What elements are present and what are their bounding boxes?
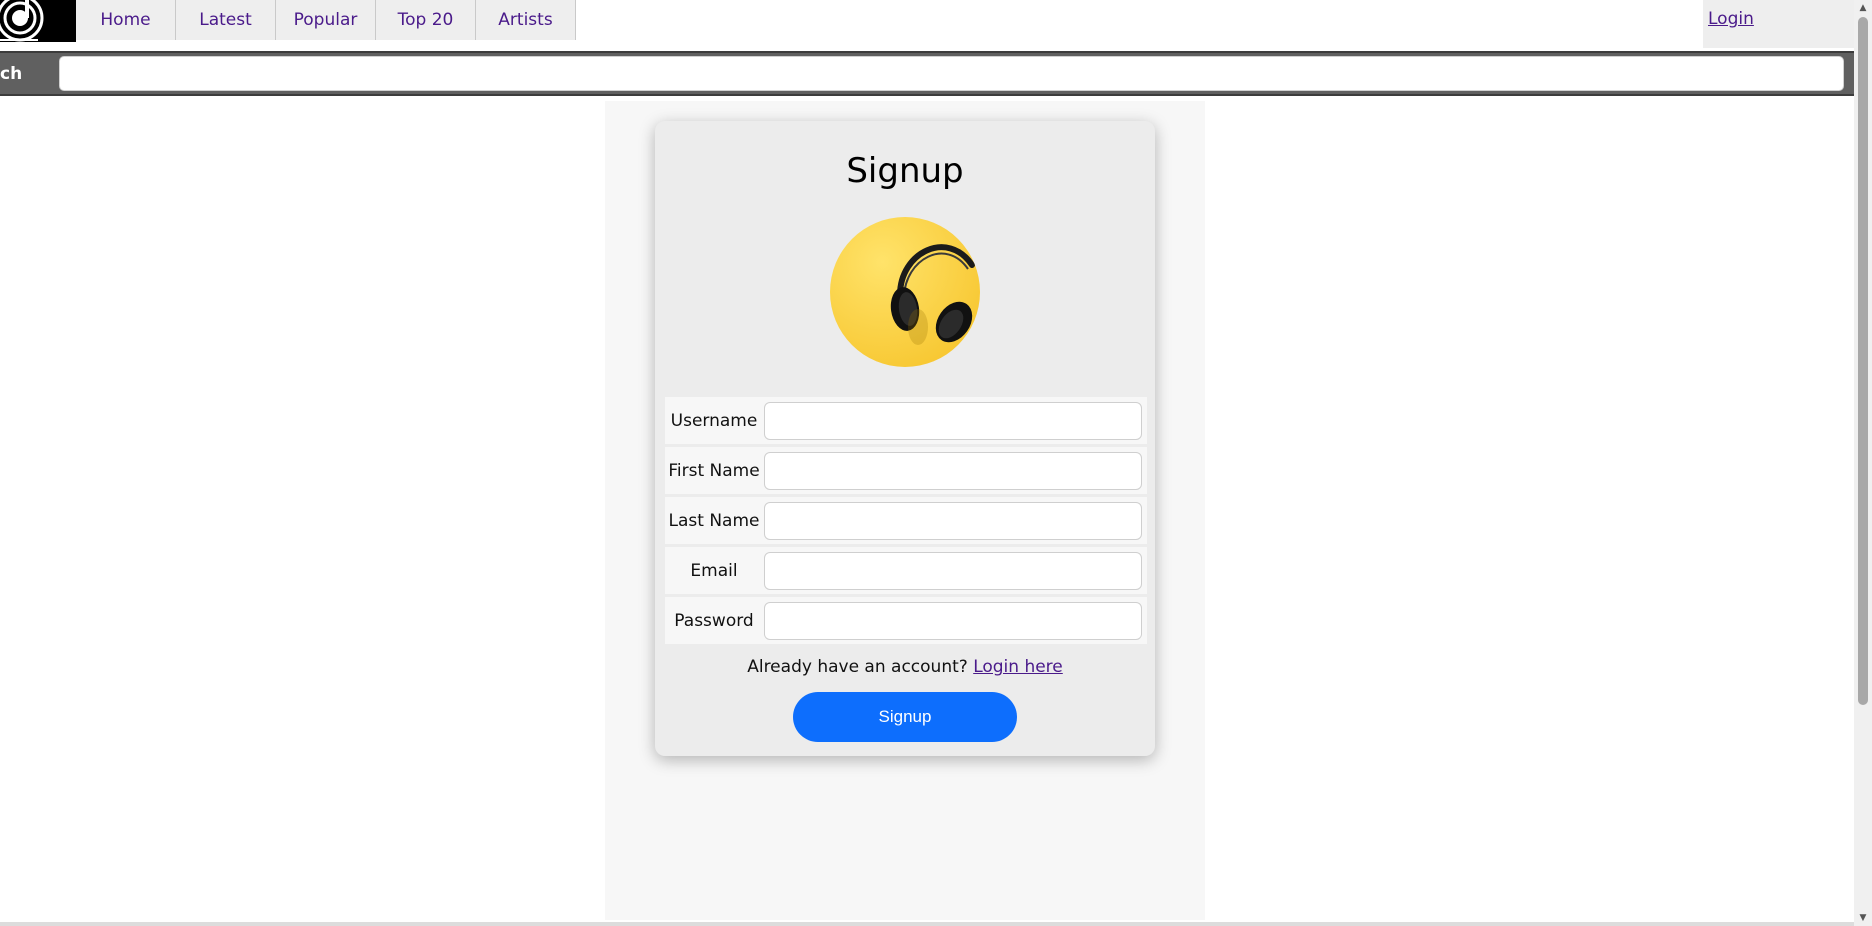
login-prompt-text: Already have an account? — [747, 657, 968, 677]
password-input[interactable] — [764, 602, 1142, 640]
search-label: ch — [0, 64, 23, 84]
last-name-row: Last Name — [665, 497, 1147, 544]
nav-latest[interactable]: Latest — [176, 0, 276, 40]
signup-button[interactable]: Signup — [793, 692, 1017, 742]
login-here-link[interactable]: Login here — [973, 657, 1063, 677]
nav-home[interactable]: Home — [76, 0, 176, 40]
page-title: Signup — [846, 151, 964, 191]
nav-artists[interactable]: Artists — [476, 0, 576, 40]
username-label: Username — [670, 410, 758, 431]
top-navigation: Home Latest Popular Top 20 Artists Login — [0, 0, 1854, 51]
password-row: Password — [665, 597, 1147, 644]
search-input[interactable] — [59, 56, 1844, 91]
scroll-up-icon[interactable]: ▲ — [1854, 0, 1872, 16]
username-row: Username — [665, 397, 1147, 444]
search-bar: ch — [0, 51, 1854, 96]
email-label: Email — [690, 560, 738, 581]
nav-popular[interactable]: Popular — [276, 0, 376, 40]
first-name-input[interactable] — [764, 452, 1142, 490]
horizontal-scrollbar[interactable] — [0, 922, 1854, 926]
email-input[interactable] — [764, 552, 1142, 590]
scroll-down-icon[interactable]: ▼ — [1854, 910, 1872, 926]
music-note-logo-icon[interactable] — [0, 0, 76, 42]
nav-top-20[interactable]: Top 20 — [376, 0, 476, 40]
login-link[interactable]: Login — [1703, 0, 1854, 48]
signup-card: Signup Username First Name Last Name Ema… — [655, 121, 1155, 756]
headphones-icon — [830, 217, 980, 367]
last-name-label: Last Name — [668, 510, 760, 531]
login-prompt: Already have an account? Login here — [655, 657, 1155, 677]
password-label: Password — [674, 610, 754, 631]
first-name-label: First Name — [668, 460, 760, 481]
username-input[interactable] — [764, 402, 1142, 440]
scrollbar-thumb[interactable] — [1858, 17, 1868, 705]
email-row: Email — [665, 547, 1147, 594]
last-name-input[interactable] — [764, 502, 1142, 540]
first-name-row: First Name — [665, 447, 1147, 494]
vertical-scrollbar[interactable]: ▲ ▼ — [1854, 0, 1872, 926]
